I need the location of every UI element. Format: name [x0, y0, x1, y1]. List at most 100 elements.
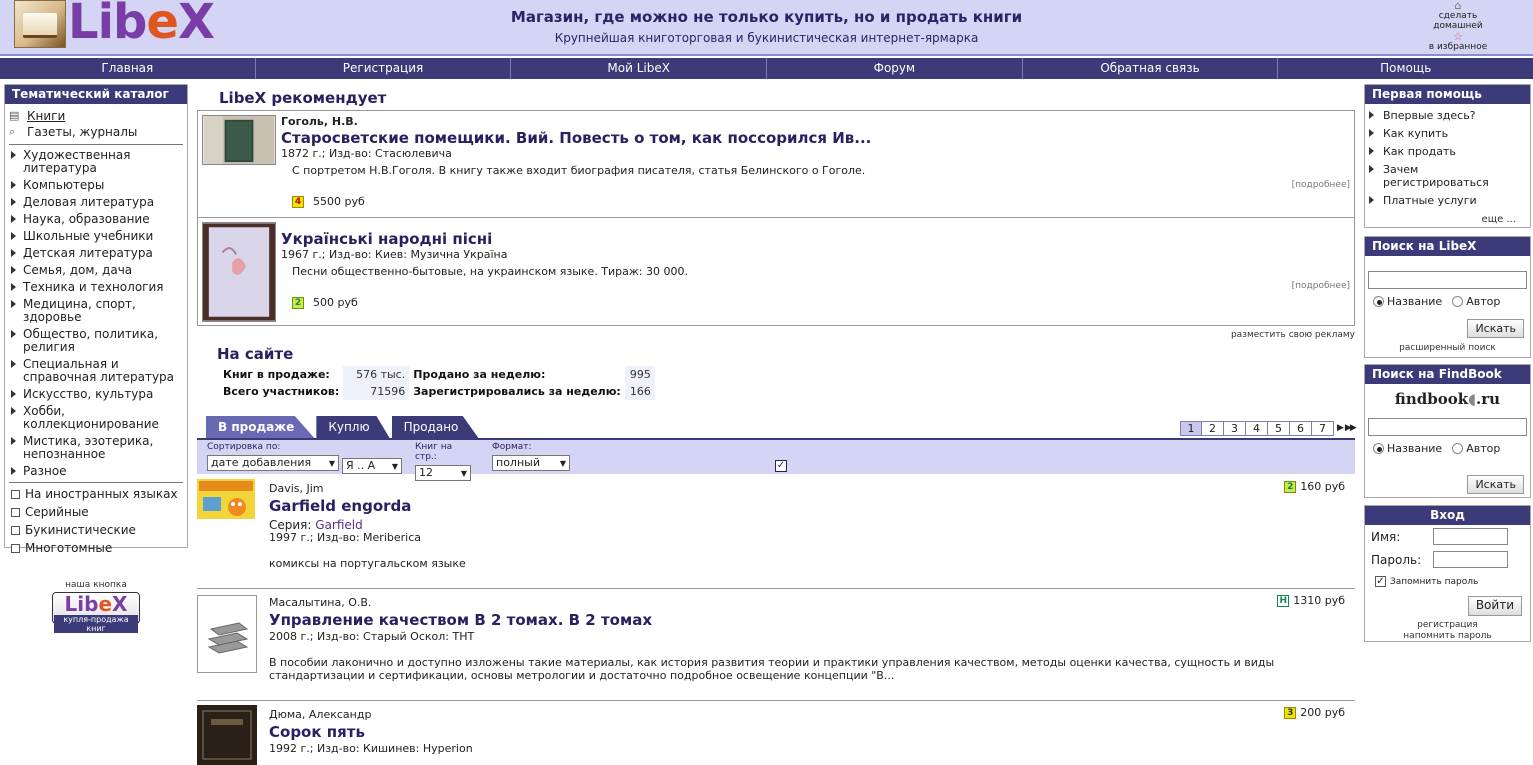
login-name-row: Имя:	[1371, 528, 1508, 545]
findbook-search-button[interactable]: Искать	[1467, 475, 1524, 494]
radio-author[interactable]: Автор	[1452, 442, 1500, 455]
search-input[interactable]	[1368, 271, 1527, 289]
book-meta: 1872 г.; Изд-во: Стасюлевича	[281, 147, 452, 160]
catalog-newspapers[interactable]: ⌕ Газеты, журналы	[5, 124, 187, 140]
book-author[interactable]: Davis, Jim	[269, 482, 324, 495]
page-link[interactable]: 6	[1290, 421, 1312, 436]
series-link[interactable]: Garfield	[315, 518, 362, 532]
nav-register[interactable]: Регистрация	[256, 58, 512, 79]
filter-foreign[interactable]: На иностранных языках	[5, 487, 187, 501]
checkbox[interactable]	[11, 543, 20, 553]
help-title: Первая помощь	[1365, 85, 1530, 104]
help-item[interactable]: Как продать	[1365, 145, 1530, 158]
page-link[interactable]: 3	[1224, 421, 1246, 436]
catalog-books[interactable]: ▤ Книги	[5, 108, 187, 124]
star-icon[interactable]: ☆	[1423, 31, 1493, 42]
book-cover-image[interactable]	[202, 222, 276, 322]
search-button[interactable]: Искать	[1467, 319, 1524, 338]
nav-home[interactable]: Главная	[0, 58, 256, 79]
category-item[interactable]: Хобби, коллекционирование	[5, 405, 187, 431]
password-input[interactable]	[1433, 551, 1508, 568]
findbook-input[interactable]	[1368, 418, 1527, 436]
filter-antique[interactable]: Букинистические	[5, 523, 187, 537]
category-item[interactable]: Искусство, культура	[5, 388, 187, 401]
format-checkbox[interactable]: ✓	[775, 460, 787, 472]
help-item[interactable]: Впервые здесь?	[1365, 109, 1530, 122]
place-ad-link[interactable]: разместить свою рекламу	[1231, 330, 1355, 340]
format-select[interactable]: полный	[492, 455, 570, 471]
divider	[9, 144, 183, 145]
book-cover-image[interactable]	[197, 705, 257, 765]
category-item[interactable]: Компьютеры	[5, 179, 187, 192]
page-link[interactable]: 7	[1312, 421, 1334, 436]
nav-feedback[interactable]: Обратная связь	[1023, 58, 1279, 79]
book-author[interactable]: Дюма, Александр	[269, 708, 371, 721]
book-title[interactable]: Українські народні пісні	[281, 230, 492, 248]
register-link[interactable]: регистрация	[1365, 620, 1530, 631]
book-title[interactable]: Старосветские помещики. Вий. Повесть о т…	[281, 129, 871, 147]
no-cover-image[interactable]	[197, 595, 257, 673]
advanced-search-link[interactable]: расширенный поиск	[1365, 343, 1530, 353]
order-select[interactable]: Я .. А	[342, 458, 402, 474]
category-item[interactable]: Мистика, эзотерика, непознанное	[5, 435, 187, 461]
nav-forum[interactable]: Форум	[767, 58, 1023, 79]
checkbox[interactable]	[11, 507, 20, 517]
book-title[interactable]: Управление качеством В 2 томах. В 2 тома…	[269, 611, 652, 629]
remind-password-link[interactable]: напомнить пароль	[1365, 631, 1530, 642]
category-item[interactable]: Наука, образование	[5, 213, 187, 226]
name-input[interactable]	[1433, 528, 1508, 545]
book-cover-image[interactable]	[202, 115, 276, 165]
filter-series[interactable]: Серийные	[5, 505, 187, 519]
checkbox[interactable]	[11, 525, 20, 535]
tab-buy[interactable]: Куплю	[316, 416, 390, 438]
radio-title[interactable]: Название	[1373, 295, 1442, 308]
category-item[interactable]: Медицина, спорт, здоровье	[5, 298, 187, 324]
favorites-link[interactable]: в избранное	[1423, 42, 1493, 52]
libex-banner[interactable]: LibeX купля-продажа книг	[52, 592, 140, 633]
page-link[interactable]: 4	[1246, 421, 1268, 436]
tab-for-sale[interactable]: В продаже	[206, 416, 315, 438]
category-item[interactable]: Школьные учебники	[5, 230, 187, 243]
book-cover-image[interactable]	[197, 479, 255, 519]
login-button[interactable]: Войти	[1467, 596, 1522, 616]
help-item[interactable]: Платные услуги	[1365, 194, 1530, 207]
category-item[interactable]: Художественная литература	[5, 149, 187, 175]
book-author[interactable]: Масалытина, О.В.	[269, 596, 371, 609]
grade-badge: Н	[1277, 594, 1290, 607]
category-item[interactable]: Общество, политика, религия	[5, 328, 187, 354]
category-item[interactable]: Семья, дом, дача	[5, 264, 187, 277]
radio-author[interactable]: Автор	[1452, 295, 1500, 308]
filter-multivolume[interactable]: Многотомные	[5, 541, 187, 555]
more-link[interactable]: [подробнее]	[1292, 180, 1350, 190]
help-item[interactable]: Зачем регистрироваться	[1365, 163, 1530, 189]
book-title[interactable]: Garfield engorda	[269, 497, 411, 515]
page-link[interactable]: 5	[1268, 421, 1290, 436]
stats-value: 71596	[343, 383, 410, 400]
last-page-icon[interactable]: ▶▶	[1342, 421, 1357, 436]
checkbox[interactable]	[11, 489, 20, 499]
category-item[interactable]: Деловая литература	[5, 196, 187, 209]
nav-my-libex[interactable]: Мой LibeX	[511, 58, 768, 79]
page-link[interactable]: 1	[1180, 421, 1202, 436]
radio-title[interactable]: Название	[1373, 442, 1442, 455]
category-item[interactable]: Детская литература	[5, 247, 187, 260]
remember-me[interactable]: ✓ Запомнить пароль	[1375, 576, 1478, 587]
page-link[interactable]: 2	[1202, 421, 1224, 436]
category-item[interactable]: Разное	[5, 465, 187, 478]
category-item[interactable]: Специальная и справочная литература	[5, 358, 187, 384]
book-meta: 1997 г.; Изд-во: Meriberica	[269, 531, 421, 544]
more-link[interactable]: [подробнее]	[1292, 281, 1350, 291]
book-meta: 2008 г.; Изд-во: Старый Оскол: ТНТ	[269, 630, 475, 643]
category-item[interactable]: Техника и технология	[5, 281, 187, 294]
help-more-link[interactable]: еще ...	[1482, 214, 1516, 225]
home-icon[interactable]: ⌂	[1423, 0, 1493, 11]
book-title[interactable]: Сорок пять	[269, 723, 365, 741]
remember-checkbox[interactable]: ✓	[1375, 576, 1386, 587]
tab-sold[interactable]: Продано	[391, 416, 479, 438]
help-item[interactable]: Как купить	[1365, 127, 1530, 140]
next-page-icon[interactable]: ▶	[1334, 421, 1344, 436]
listing-item: Дюма, Александр Сорок пять 1992 г.; Изд-…	[197, 700, 1355, 765]
make-home-link[interactable]: сделать домашней	[1423, 11, 1493, 31]
sort-select[interactable]: дате добавления	[207, 455, 339, 471]
nav-help[interactable]: Помощь	[1278, 58, 1533, 79]
